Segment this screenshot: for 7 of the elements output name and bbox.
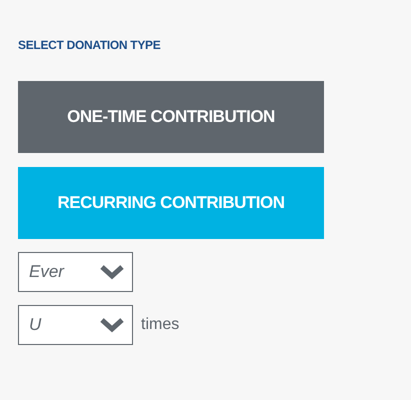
chevron-down-icon [100,317,124,333]
section-heading: SELECT DONATION TYPE [18,38,162,52]
donation-type-button[interactable]: ONE-TIME CONTRIBUTION [18,81,324,153]
times-label: times [141,316,180,334]
chevron-down-icon [100,264,124,280]
frequency-select[interactable]: Ever [18,252,133,292]
count-select[interactable]: U [18,305,133,345]
